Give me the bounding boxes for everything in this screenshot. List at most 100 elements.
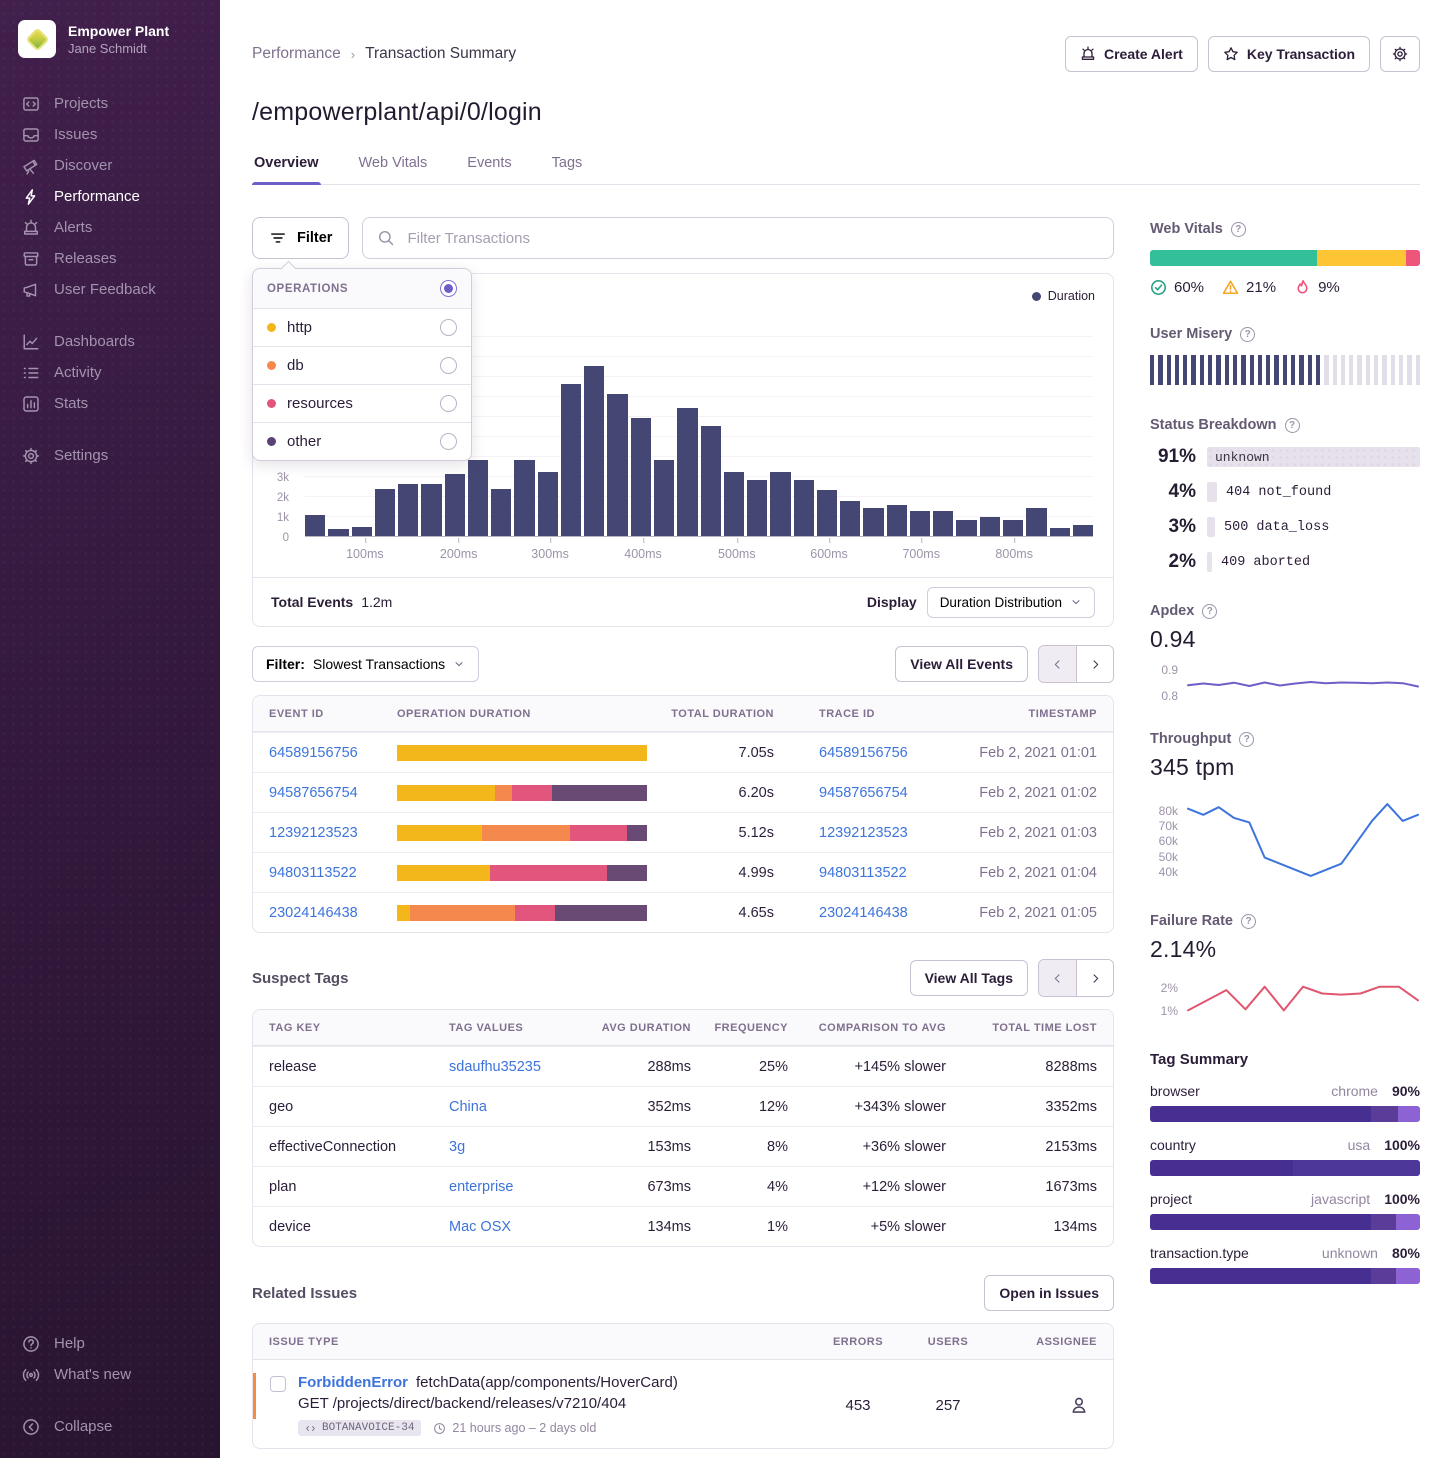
help-circle-icon[interactable] (1231, 222, 1246, 237)
radio-selected-icon[interactable] (440, 280, 457, 297)
tag-summary-segment (1150, 1214, 1371, 1230)
pager-prev-button[interactable] (1039, 646, 1076, 682)
misery-tick (1200, 355, 1204, 385)
timestamp: Feb 2, 2021 01:04 (964, 865, 1113, 881)
histogram-bar (328, 529, 348, 536)
misery-tick (1291, 355, 1295, 385)
tag-value-link[interactable]: China (449, 1099, 487, 1115)
total-duration: 6.20s (647, 785, 774, 801)
event-id-link[interactable]: 12392123523 (269, 825, 358, 841)
sidebar-item-performance[interactable]: Performance (0, 181, 220, 212)
sidebar-item-what-s-new[interactable]: What's new (0, 1359, 220, 1390)
misery-tick (1366, 355, 1370, 385)
tag-value-link[interactable]: 3g (449, 1139, 465, 1155)
view-all-tags-button[interactable]: View All Tags (910, 960, 1028, 996)
key-transaction-button[interactable]: Key Transaction (1208, 36, 1370, 72)
app-window: Empower Plant Jane Schmidt ProjectsIssue… (0, 0, 1440, 1458)
tab-overview[interactable]: Overview (252, 147, 321, 184)
events-filter-select[interactable]: Filter: Slowest Transactions (252, 646, 479, 682)
help-circle-icon[interactable] (1239, 732, 1254, 747)
trace-id-link[interactable]: 94587656754 (819, 785, 908, 801)
issue-subtitle: GET /projects/direct/backend/releases/v7… (298, 1395, 678, 1412)
event-id-link[interactable]: 94803113522 (269, 865, 357, 881)
tab-tags[interactable]: Tags (550, 147, 585, 184)
comparison: +343% slower (788, 1099, 946, 1115)
misery-tick (1241, 355, 1245, 385)
tag-summary-row: transaction.typeunknown80% (1150, 1245, 1420, 1284)
breadcrumb-performance[interactable]: Performance (252, 45, 341, 63)
operation-segment (570, 825, 628, 841)
tag-value-link[interactable]: enterprise (449, 1179, 513, 1195)
sidebar-item-help[interactable]: Help (0, 1328, 220, 1359)
event-id-link[interactable]: 64589156756 (269, 745, 358, 761)
sidebar-item-dashboards[interactable]: Dashboards (0, 326, 220, 357)
tag-value-link[interactable]: Mac OSX (449, 1219, 511, 1235)
trace-id-link[interactable]: 12392123523 (819, 825, 908, 841)
tab-events[interactable]: Events (465, 147, 513, 184)
web-vitals-segment (1406, 250, 1420, 266)
sidebar-item-projects[interactable]: Projects (0, 88, 220, 119)
help-circle-icon[interactable] (1285, 418, 1300, 433)
sidebar-item-issues[interactable]: Issues (0, 119, 220, 150)
sidebar-item-stats[interactable]: Stats (0, 388, 220, 419)
sidebar-item-releases[interactable]: Releases (0, 243, 220, 274)
view-all-events-button[interactable]: View All Events (895, 646, 1028, 682)
pager-next-button[interactable] (1076, 646, 1113, 682)
chevron-left-icon (1051, 658, 1064, 671)
issue-checkbox[interactable] (270, 1376, 286, 1392)
create-alert-button[interactable]: Create Alert (1065, 36, 1198, 72)
display-select[interactable]: Duration Distribution (927, 587, 1095, 618)
operation-label: http (287, 319, 312, 336)
comparison: +5% slower (788, 1219, 946, 1235)
histogram-bar (770, 472, 790, 536)
tag-summary-segment (1398, 1106, 1420, 1122)
misery-tick (1283, 355, 1287, 385)
chart-legend: Duration (1032, 289, 1095, 303)
avg-duration: 673ms (579, 1179, 691, 1195)
web-vitals-legend: 60%21%9% (1150, 279, 1420, 296)
help-circle-icon[interactable] (1202, 604, 1217, 619)
operation-option-db[interactable]: db (253, 347, 471, 385)
issue-error-type-link[interactable]: ForbiddenError (298, 1374, 408, 1391)
tab-web-vitals[interactable]: Web Vitals (357, 147, 430, 184)
event-id-link[interactable]: 94587656754 (269, 785, 358, 801)
radio-icon[interactable] (440, 319, 457, 336)
histogram-bar (794, 480, 814, 536)
misery-tick (1399, 355, 1403, 385)
sidebar-item-settings[interactable]: Settings (0, 440, 220, 471)
trace-id-link[interactable]: 64589156756 (819, 745, 908, 761)
settings-gear-button[interactable] (1380, 36, 1420, 72)
filter-button[interactable]: Filter (252, 217, 349, 259)
sidebar-item-activity[interactable]: Activity (0, 357, 220, 388)
trace-id-link[interactable]: 23024146438 (819, 905, 908, 921)
operation-option-resources[interactable]: resources (253, 385, 471, 423)
breadcrumb: Performance › Transaction Summary (252, 45, 516, 63)
stats-icon (22, 395, 40, 413)
person-icon[interactable] (1069, 1395, 1089, 1415)
radio-icon[interactable] (440, 395, 457, 412)
operations-dropdown-header[interactable]: OPERATIONS (253, 269, 471, 309)
sidebar-item-discover[interactable]: Discover (0, 150, 220, 181)
help-circle-icon[interactable] (1240, 327, 1255, 342)
histogram-bar (375, 489, 395, 536)
event-id-link[interactable]: 23024146438 (269, 905, 358, 921)
open-in-issues-button[interactable]: Open in Issues (984, 1275, 1114, 1311)
tag-value-link[interactable]: sdaufhu35235 (449, 1059, 541, 1075)
timestamp: Feb 2, 2021 01:02 (964, 785, 1113, 801)
search-input[interactable] (405, 229, 1099, 248)
status-chip (1207, 517, 1215, 537)
org-switcher[interactable]: Empower Plant Jane Schmidt (0, 20, 220, 58)
sidebar-item-alerts[interactable]: Alerts (0, 212, 220, 243)
operation-option-http[interactable]: http (253, 309, 471, 347)
sidebar-item-user-feedback[interactable]: User Feedback (0, 274, 220, 305)
status-breakdown-title: Status Breakdown (1150, 417, 1277, 433)
operation-option-other[interactable]: other (253, 423, 471, 460)
pager-next-button[interactable] (1076, 960, 1113, 996)
throughput-sparkline: 80k70k60k50k40k (1150, 793, 1420, 885)
sidebar-item-collapse[interactable]: Collapse (0, 1411, 220, 1442)
radio-icon[interactable] (440, 357, 457, 374)
trace-id-link[interactable]: 94803113522 (819, 865, 907, 881)
pager-prev-button[interactable] (1039, 960, 1076, 996)
radio-icon[interactable] (440, 433, 457, 450)
help-circle-icon[interactable] (1241, 914, 1256, 929)
